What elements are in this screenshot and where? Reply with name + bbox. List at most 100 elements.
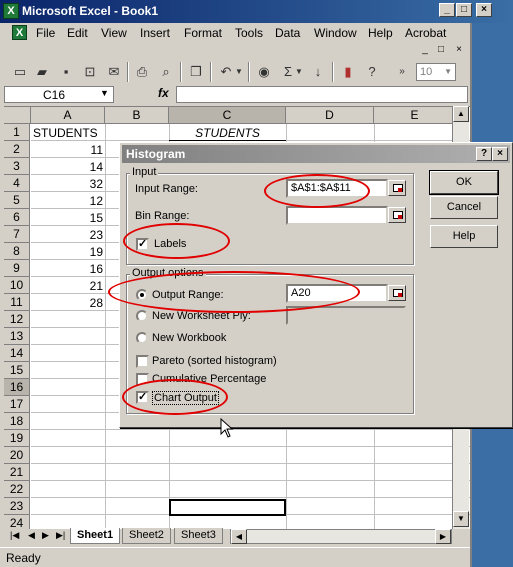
row-header[interactable]: 6	[4, 209, 30, 226]
chart-output-checkbox[interactable]: ✓	[136, 391, 149, 404]
undo-dropdown-icon[interactable]: ▼	[234, 62, 244, 82]
input-range-field[interactable]: $A$1:$A$11	[286, 179, 388, 198]
menu-data[interactable]: Data	[275, 26, 300, 40]
menu-tools[interactable]: Tools	[235, 26, 263, 40]
new-workbook-radio[interactable]	[136, 332, 148, 344]
data-cell[interactable]: 12	[33, 193, 103, 209]
menu-insert[interactable]: Insert	[140, 26, 170, 40]
doc-restore-button[interactable]: □	[434, 43, 448, 57]
row-header[interactable]: 20	[4, 447, 30, 464]
permission-icon[interactable]: ⊡	[80, 62, 100, 82]
row-header[interactable]: 8	[4, 243, 30, 260]
menu-acrobat[interactable]: Acrobat	[405, 26, 446, 40]
column-header-d[interactable]: D	[286, 107, 374, 124]
last-sheet-icon[interactable]: ▶|	[56, 530, 65, 541]
autosum-dropdown-icon[interactable]: ▼	[294, 62, 304, 82]
context-help-button[interactable]: ?	[476, 147, 492, 161]
data-cell[interactable]: 23	[33, 227, 103, 243]
dialog-title-bar[interactable]: Histogram ? ×	[122, 145, 510, 163]
formula-input[interactable]	[176, 86, 468, 103]
prev-sheet-icon[interactable]: ◀	[28, 530, 35, 541]
menu-file[interactable]: File	[36, 26, 55, 40]
row-header[interactable]: 10	[4, 277, 30, 294]
input-range-collapse-icon[interactable]	[388, 180, 406, 196]
data-cell[interactable]: 28	[33, 295, 103, 311]
print-preview-icon[interactable]: ⌕	[156, 62, 176, 82]
dialog-close-button[interactable]: ×	[492, 147, 508, 161]
minimize-button[interactable]: _	[439, 3, 455, 17]
row-header[interactable]: 3	[4, 158, 30, 175]
output-range-field[interactable]: A20	[286, 284, 388, 303]
row-header[interactable]: 2	[4, 141, 30, 158]
row-header[interactable]: 12	[4, 311, 30, 328]
cancel-button[interactable]: Cancel	[430, 196, 498, 219]
help-icon[interactable]: ?	[362, 62, 382, 82]
labels-checkbox[interactable]: ✓	[136, 238, 149, 251]
chart-icon[interactable]: ▮	[338, 62, 358, 82]
data-cell[interactable]: 11	[33, 142, 103, 158]
data-cell[interactable]: 32	[33, 176, 103, 192]
toolbar-options-icon[interactable]: »	[392, 62, 412, 82]
cumulative-percentage-checkbox[interactable]	[136, 373, 149, 386]
row-header[interactable]: 18	[4, 413, 30, 430]
column-header-c[interactable]: C	[169, 107, 286, 124]
sheet-tab-3[interactable]: Sheet3	[174, 528, 223, 544]
hyperlink-icon[interactable]: ◉	[254, 62, 274, 82]
new-worksheet-ply-radio[interactable]	[136, 310, 148, 322]
row-header[interactable]: 4	[4, 175, 30, 192]
data-cell[interactable]: 16	[33, 261, 103, 277]
menu-help[interactable]: Help	[368, 26, 393, 40]
first-sheet-icon[interactable]: |◀	[10, 530, 19, 541]
insert-function-icon[interactable]: fx	[158, 86, 169, 100]
column-header-b[interactable]: B	[105, 107, 169, 124]
cell-c1[interactable]: STUDENTS	[169, 125, 286, 141]
column-header-a[interactable]: A	[31, 107, 105, 124]
email-icon[interactable]: ✉	[104, 62, 124, 82]
data-cell[interactable]: 21	[33, 278, 103, 294]
workbook-icon[interactable]: X	[12, 25, 27, 40]
pareto-checkbox[interactable]	[136, 355, 149, 368]
undo-icon[interactable]: ↶	[216, 62, 236, 82]
scroll-up-icon[interactable]: ▲	[453, 106, 469, 122]
doc-minimize-button[interactable]: _	[418, 43, 432, 57]
cell-a1[interactable]: STUDENTS	[33, 125, 98, 141]
name-box[interactable]: C16	[4, 86, 114, 103]
row-header[interactable]: 17	[4, 396, 30, 413]
row-header[interactable]: 19	[4, 430, 30, 447]
row-header[interactable]: 23	[4, 498, 30, 515]
sheet-tab-2[interactable]: Sheet2	[122, 528, 171, 544]
row-header[interactable]: 24	[4, 515, 30, 529]
new-worksheet-ply-field[interactable]	[286, 306, 406, 325]
bin-range-field[interactable]	[286, 206, 388, 225]
maximize-button[interactable]: □	[456, 3, 472, 17]
doc-close-button[interactable]: ×	[452, 43, 466, 57]
row-header[interactable]: 9	[4, 260, 30, 277]
select-all-corner[interactable]	[4, 107, 31, 124]
row-header[interactable]: 13	[4, 328, 30, 345]
row-header[interactable]: 16	[4, 379, 30, 396]
copy-icon[interactable]: ❐	[186, 62, 206, 82]
next-sheet-icon[interactable]: ▶	[42, 530, 49, 541]
active-cell-c16[interactable]	[169, 499, 286, 516]
horizontal-scrollbar[interactable]: ◀ ▶	[230, 529, 452, 544]
column-header-e[interactable]: E	[374, 107, 456, 124]
ok-button[interactable]: OK	[429, 170, 499, 195]
new-icon[interactable]: ▭	[10, 62, 30, 82]
font-size-select[interactable]: 10 ▼	[416, 63, 456, 81]
help-button[interactable]: Help	[430, 225, 498, 248]
sheet-tab-1[interactable]: Sheet1	[70, 528, 121, 544]
close-button[interactable]: ×	[476, 3, 492, 17]
row-header[interactable]: 7	[4, 226, 30, 243]
row-header[interactable]: 5	[4, 192, 30, 209]
output-range-collapse-icon[interactable]	[388, 285, 406, 301]
row-header[interactable]: 21	[4, 464, 30, 481]
scroll-right-icon[interactable]: ▶	[435, 529, 451, 544]
menu-view[interactable]: View	[101, 26, 127, 40]
scroll-left-icon[interactable]: ◀	[231, 529, 247, 544]
data-cell[interactable]: 15	[33, 210, 103, 226]
data-cell[interactable]: 19	[33, 244, 103, 260]
data-cell[interactable]: 14	[33, 159, 103, 175]
scroll-down-icon[interactable]: ▼	[453, 511, 469, 527]
output-range-radio[interactable]	[136, 289, 148, 301]
menu-edit[interactable]: Edit	[67, 26, 88, 40]
